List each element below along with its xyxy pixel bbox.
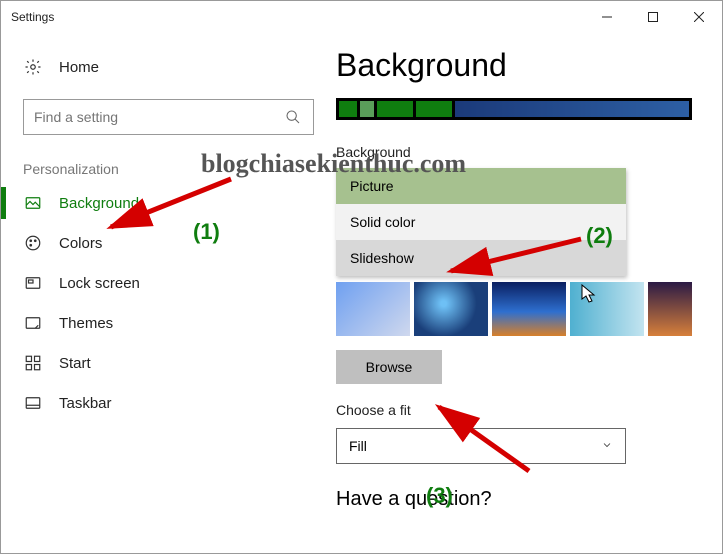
search-icon — [283, 107, 303, 127]
annotation-marker-3: (3) — [426, 483, 453, 509]
sidebar-item-lockscreen[interactable]: Lock screen — [1, 263, 336, 303]
annotation-arrow-3 — [429, 401, 539, 481]
preview-swatch — [339, 101, 357, 117]
help-heading: Have a question? — [336, 488, 692, 511]
sidebar-item-label: Colors — [59, 235, 102, 252]
search-box[interactable] — [23, 99, 314, 135]
thumbnail[interactable] — [414, 282, 488, 336]
window-title: Settings — [11, 10, 54, 24]
picture-thumbnails — [336, 282, 692, 336]
watermark-text: blogchiasekienthuc.com — [201, 149, 466, 179]
thumbnail[interactable] — [492, 282, 566, 336]
annotation-marker-2: (2) — [586, 223, 613, 249]
browse-button[interactable]: Browse — [336, 350, 442, 384]
home-label: Home — [59, 59, 99, 76]
page-title: Background — [336, 47, 692, 84]
home-button[interactable]: Home — [1, 47, 336, 87]
sidebar-item-label: Themes — [59, 315, 113, 332]
annotation-arrow-1 — [101, 171, 241, 241]
window-controls — [584, 1, 722, 33]
preview-swatch — [416, 101, 452, 117]
sidebar: Home Personalization Background Colors L… — [1, 33, 336, 553]
search-input[interactable] — [34, 109, 283, 125]
taskbar-icon — [23, 393, 43, 413]
maximize-button[interactable] — [630, 1, 676, 33]
titlebar: Settings — [1, 1, 722, 33]
sidebar-item-label: Lock screen — [59, 275, 140, 292]
picture-icon — [23, 193, 43, 213]
gear-icon — [23, 57, 43, 77]
fit-value: Fill — [349, 438, 367, 454]
themes-icon — [23, 313, 43, 333]
preview-swatch — [455, 101, 689, 117]
thumbnail[interactable] — [336, 282, 410, 336]
preview-monitor — [336, 98, 692, 120]
preview-swatch — [377, 101, 413, 117]
sidebar-item-start[interactable]: Start — [1, 343, 336, 383]
close-button[interactable] — [676, 1, 722, 33]
minimize-button[interactable] — [584, 1, 630, 33]
annotation-arrow-2 — [441, 231, 591, 281]
mouse-cursor — [581, 284, 597, 304]
lockscreen-icon — [23, 273, 43, 293]
sidebar-item-themes[interactable]: Themes — [1, 303, 336, 343]
sidebar-item-taskbar[interactable]: Taskbar — [1, 383, 336, 423]
annotation-marker-1: (1) — [193, 219, 220, 245]
chevron-down-icon — [601, 438, 613, 454]
palette-icon — [23, 233, 43, 253]
sidebar-item-label: Taskbar — [59, 395, 112, 412]
thumbnail[interactable] — [648, 282, 692, 336]
preview-swatch — [360, 101, 374, 117]
start-icon — [23, 353, 43, 373]
sidebar-item-label: Start — [59, 355, 91, 372]
